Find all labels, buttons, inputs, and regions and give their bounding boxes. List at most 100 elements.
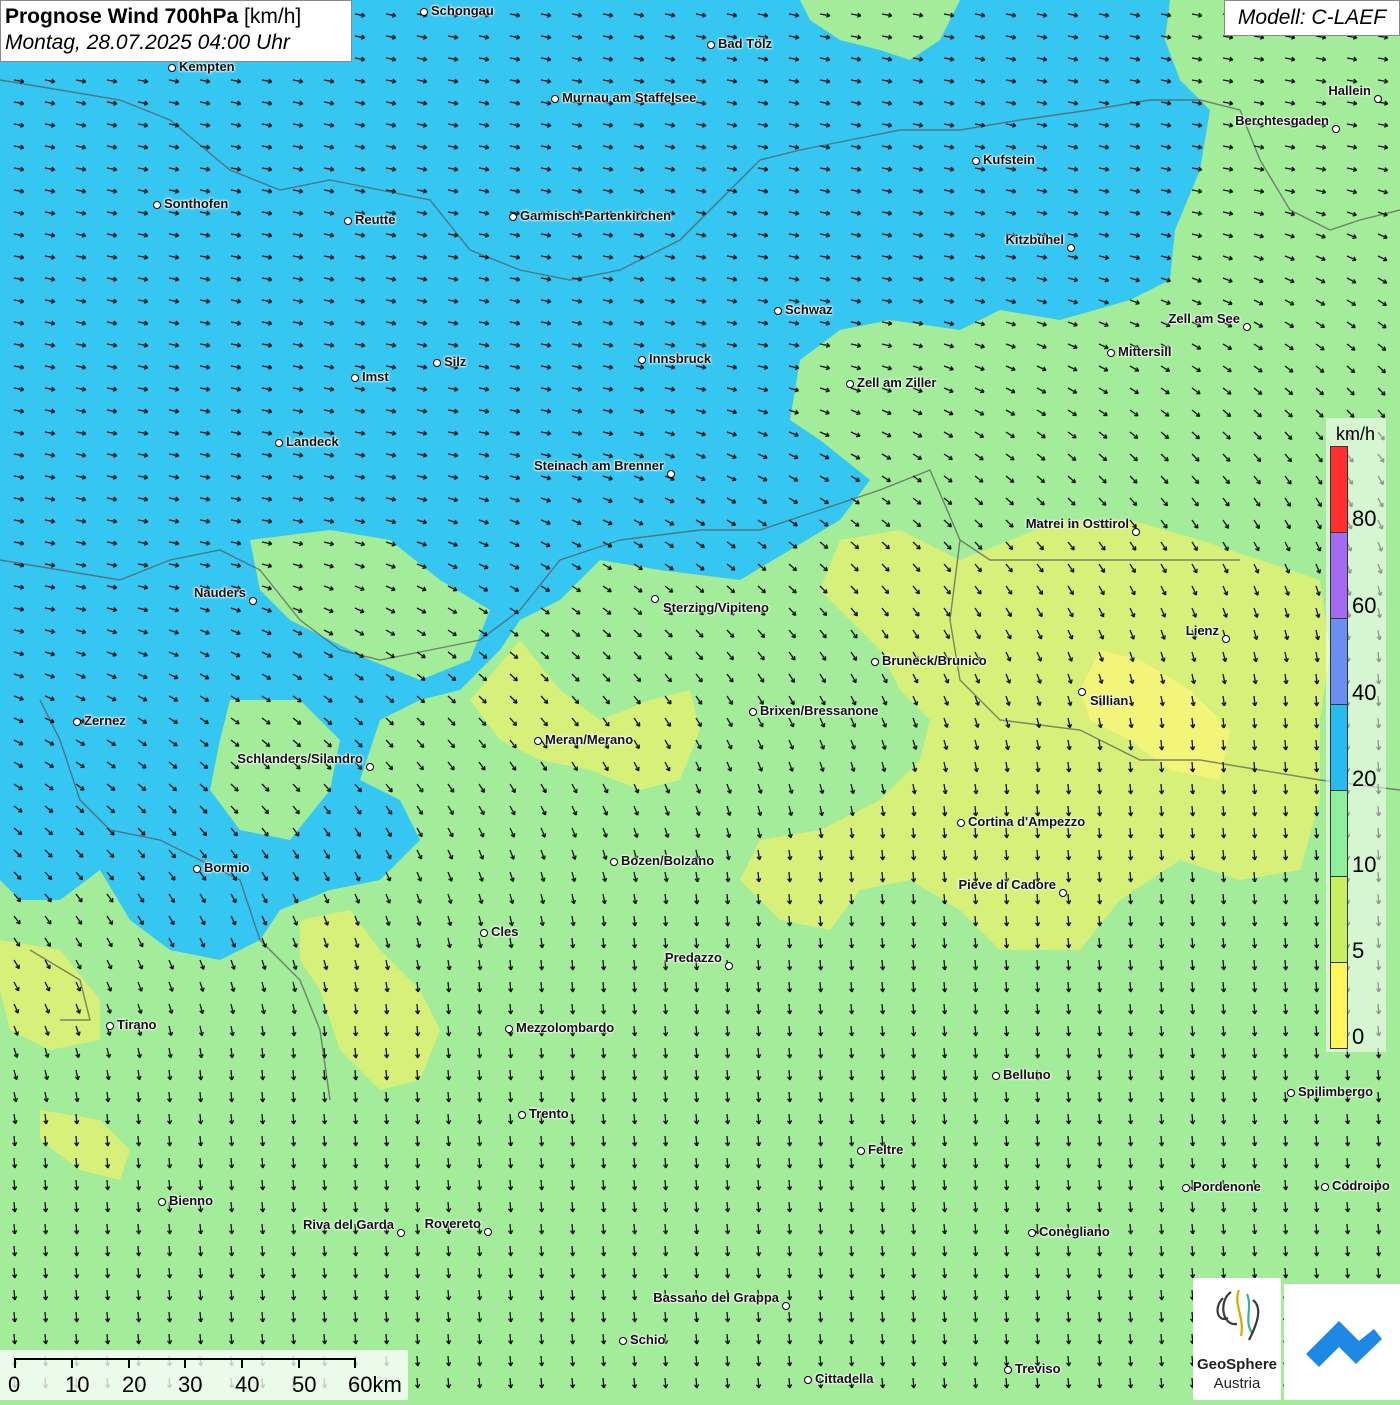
legend-color-step <box>1331 791 1347 877</box>
city-label[interactable]: Nauders <box>194 585 246 600</box>
title-box: Prognose Wind 700hPa [km/h] Montag, 28.0… <box>0 0 352 62</box>
city-label[interactable]: Imst <box>362 369 389 384</box>
legend-label: 0 <box>1352 1024 1365 1049</box>
city-marker <box>484 1228 492 1236</box>
city-label[interactable]: Matrei in Osttirol <box>1026 516 1129 531</box>
city-marker <box>518 1111 526 1119</box>
scale-tick <box>298 1358 300 1368</box>
geosphere-logo[interactable]: GeoSphere Austria <box>1193 1278 1281 1400</box>
city-marker <box>433 359 441 367</box>
legend-unit: km/h <box>1336 424 1376 444</box>
geosphere-country: Austria <box>1213 1375 1261 1392</box>
city-label[interactable]: Kempten <box>179 59 235 74</box>
city-label[interactable]: Bruneck/Brunico <box>882 653 987 668</box>
city-label[interactable]: Landeck <box>286 434 339 449</box>
city-label[interactable]: Mezzolombardo <box>516 1020 614 1035</box>
city-label[interactable]: Cortina d'Ampezzo <box>968 814 1085 829</box>
city-label[interactable]: Lienz <box>1186 623 1219 638</box>
city-marker <box>73 718 81 726</box>
city-label[interactable]: Hallein <box>1328 83 1371 98</box>
city-label[interactable]: Meran/Merano <box>545 732 633 747</box>
city-label[interactable]: Conegliano <box>1039 1224 1110 1239</box>
city-marker <box>1243 323 1251 331</box>
city-label[interactable]: Kitzbühel <box>1006 232 1065 247</box>
city-label[interactable]: Tirano <box>117 1017 157 1032</box>
scale-tick <box>128 1358 130 1368</box>
city-label[interactable]: Rovereto <box>425 1216 481 1231</box>
city-label[interactable]: Bozen/Bolzano <box>621 853 714 868</box>
city-label[interactable]: Bassano del Grappa <box>653 1290 779 1305</box>
legend-label: 80 <box>1352 506 1377 531</box>
app-logo[interactable] <box>1284 1284 1400 1400</box>
city-label[interactable]: Kufstein <box>983 152 1035 167</box>
city-label[interactable]: Zernez <box>84 713 126 728</box>
city-label[interactable]: Murnau am Staffelsee <box>562 90 696 105</box>
city-label[interactable]: Predazzo <box>665 950 722 965</box>
city-label[interactable]: Garmisch-Partenkirchen <box>520 208 671 223</box>
city-label[interactable]: Trento <box>529 1106 569 1121</box>
legend-label: 40 <box>1352 680 1377 705</box>
city-label[interactable]: Steinach am Brenner <box>534 458 664 473</box>
city-label[interactable]: Brixen/Bressanone <box>760 703 879 718</box>
scale-bar: 0 10 20 30 40 50 60km <box>0 1350 408 1400</box>
city-marker <box>957 819 965 827</box>
legend-color-step <box>1331 533 1347 619</box>
city-marker <box>275 439 283 447</box>
city-marker <box>1222 635 1230 643</box>
city-marker <box>619 1337 627 1345</box>
scale-label: 0 <box>8 1372 21 1397</box>
city-label[interactable]: Innsbruck <box>649 351 711 366</box>
scale-label: 60km <box>348 1372 402 1397</box>
city-label[interactable]: Schwaz <box>785 302 833 317</box>
city-label[interactable]: Bormio <box>204 860 250 875</box>
city-label[interactable]: Sillian <box>1090 693 1128 708</box>
city-marker <box>193 865 201 873</box>
city-label[interactable]: Belluno <box>1003 1067 1051 1082</box>
city-label[interactable]: Codroipo <box>1332 1178 1390 1193</box>
city-marker <box>1107 349 1115 357</box>
city-marker <box>992 1072 1000 1080</box>
geosphere-emblem-icon <box>1216 1289 1260 1341</box>
city-marker <box>749 708 757 716</box>
legend-label: 60 <box>1352 593 1377 618</box>
scale-tick <box>184 1358 186 1368</box>
city-label[interactable]: Mittersill <box>1118 344 1171 359</box>
legend-label: 5 <box>1352 938 1365 963</box>
legend-color-bar <box>1330 446 1348 1049</box>
city-marker <box>505 1025 513 1033</box>
city-label[interactable]: Berchtesgaden <box>1235 113 1329 128</box>
city-label[interactable]: Treviso <box>1015 1361 1061 1376</box>
city-label[interactable]: Zell am Ziller <box>857 375 936 390</box>
city-label[interactable]: Pordenone <box>1193 1179 1261 1194</box>
city-marker <box>153 201 161 209</box>
scale-label: 20 <box>122 1372 147 1397</box>
city-label[interactable]: Schlanders/Silandro <box>237 751 363 766</box>
city-marker <box>1287 1089 1295 1097</box>
city-marker <box>1374 95 1382 103</box>
city-label[interactable]: Sterzing/Vipiteno <box>663 600 769 615</box>
city-label[interactable]: Cittadella <box>815 1371 874 1386</box>
city-label[interactable]: Feltre <box>868 1142 903 1157</box>
city-label[interactable]: Silz <box>444 354 466 369</box>
city-marker <box>774 307 782 315</box>
city-marker <box>420 8 428 16</box>
city-marker <box>804 1376 812 1384</box>
city-marker <box>480 929 488 937</box>
city-label[interactable]: Bad Tölz <box>718 36 772 51</box>
scale-label: 40 <box>235 1372 260 1397</box>
city-label[interactable]: Reutte <box>355 212 395 227</box>
city-marker <box>344 217 352 225</box>
city-label[interactable]: Bienno <box>169 1193 213 1208</box>
city-label[interactable]: Sonthofen <box>164 196 228 211</box>
city-label[interactable]: Schio <box>630 1332 665 1347</box>
city-label[interactable]: Spilimbergo <box>1298 1084 1373 1099</box>
city-label[interactable]: Riva del Garda <box>303 1217 394 1232</box>
city-label[interactable]: Cles <box>491 924 518 939</box>
city-label[interactable]: Zell am See <box>1168 311 1240 326</box>
legend-color-step <box>1331 619 1347 705</box>
city-label[interactable]: Pieve di Cadore <box>958 877 1056 892</box>
city-marker <box>1059 889 1067 897</box>
city-label[interactable]: Schongau <box>431 3 494 18</box>
city-marker <box>509 213 517 221</box>
city-marker <box>1004 1366 1012 1374</box>
